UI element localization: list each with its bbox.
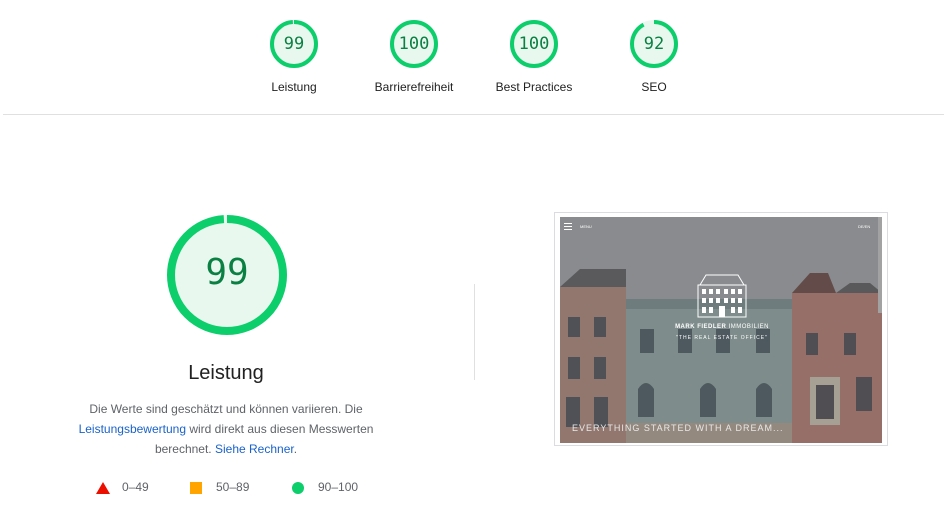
green-circle-icon [292,482,304,494]
performance-score-link[interactable]: Leistungsbewertung [79,422,186,436]
calculator-link[interactable]: Siehe Rechner [215,442,294,456]
gauge-score: 99 [283,34,305,54]
building-logo-icon [697,274,747,318]
screenshot-overlay [560,217,882,443]
screenshot-language-label: DE/EN [858,224,871,229]
gauge-performance[interactable]: 99 Leistung [234,18,354,94]
red-triangle-icon [96,482,110,494]
performance-score: 99 [205,252,249,293]
legend-fail-range: 0–49 [122,480,149,494]
description-text: Die Werte sind geschätzt und können vari… [89,402,363,416]
gauge-label: Best Practices [495,80,573,94]
screenshot-menu-label: MENU [580,224,592,229]
score-description: Die Werte sind geschätzt und können vari… [66,399,386,459]
screenshot-image: MENU DE/EN MARK FIEDLER IMMOBILIEN "THE … [560,217,882,443]
description-text: . [293,442,298,456]
legend-average-range: 50–89 [216,480,250,494]
screenshot-brand: MARK FIEDLER IMMOBILIEN [664,324,780,330]
gauge-seo[interactable]: 92 SEO [594,18,714,94]
performance-gauge-large: 99 [164,214,290,340]
page-screenshot[interactable]: MENU DE/EN MARK FIEDLER IMMOBILIEN "THE … [554,212,888,446]
orange-square-icon [190,482,202,494]
gauge-label: SEO [641,80,667,94]
gauge-label: Barrierefreiheit [374,80,454,94]
vertical-divider [474,284,475,380]
hamburger-menu-icon [564,223,572,230]
gauge-score: 100 [398,34,430,54]
gauge-accessibility[interactable]: 100 Barrierefreiheit [354,18,474,94]
gauge-score: 92 [643,34,665,54]
score-summary: 99 Leistung 100 Barrierefreiheit 100 Bes… [0,0,947,114]
screenshot-brand-regular: IMMOBILIEN [726,324,769,330]
gauge-score: 100 [518,34,550,54]
gauge-label: Leistung [271,80,317,94]
legend-pass-range: 90–100 [318,480,359,494]
score-legend: 0–49 50–89 90–100 [96,479,396,495]
screenshot-slogan: EVERYTHING STARTED WITH A DREAM... [572,423,784,433]
gauge-best-practices[interactable]: 100 Best Practices [474,18,594,94]
summary-divider [3,114,944,115]
section-title: Leistung [188,362,264,384]
screenshot-tagline: "THE REAL ESTATE OFFICE" [676,335,768,341]
screenshot-brand-bold: MARK FIEDLER [675,324,727,330]
